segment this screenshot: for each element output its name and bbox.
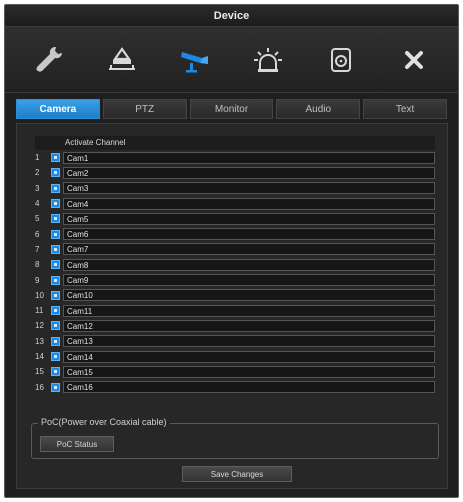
- channel-row: 8 Cam8: [35, 257, 435, 272]
- save-changes-button[interactable]: Save Changes: [182, 466, 292, 482]
- activate-channel-checkbox[interactable]: [51, 199, 60, 209]
- storage-icon: [330, 47, 351, 72]
- tab-audio[interactable]: Audio: [276, 99, 361, 119]
- channel-row: 16 Cam16: [35, 379, 435, 394]
- activate-channel-checkbox[interactable]: [51, 168, 60, 178]
- channel-row: 5 Cam5: [35, 211, 435, 226]
- channel-name-input[interactable]: Cam10: [63, 289, 435, 302]
- poc-status-button[interactable]: PoC Status: [40, 436, 114, 452]
- channel-row: 12 Cam12: [35, 318, 435, 333]
- wrench-tool-button[interactable]: [21, 35, 77, 85]
- channel-row: 3 Cam3: [35, 181, 435, 196]
- close-tool-button[interactable]: [386, 35, 442, 85]
- alarm-tool-button[interactable]: [240, 35, 296, 85]
- channel-number: 3: [35, 183, 40, 193]
- device-window: Device Camera PTZ Monitor Audio Text Act…: [4, 4, 459, 498]
- channel-name-input[interactable]: Cam14: [63, 350, 435, 363]
- activate-channel-header: Activate Channel: [35, 136, 435, 150]
- channel-number: 4: [35, 199, 40, 209]
- channel-name-input[interactable]: Cam13: [63, 335, 435, 348]
- channel-number: 12: [35, 321, 44, 331]
- activate-channel-checkbox[interactable]: [51, 352, 60, 361]
- channel-name-input[interactable]: Cam16: [63, 381, 435, 394]
- close-icon: [404, 50, 423, 69]
- activate-channel-checkbox[interactable]: [51, 244, 60, 254]
- channel-number: 16: [35, 382, 44, 392]
- camera-settings-panel: Activate Channel 1 Cam1 2 Cam2 3 Cam3 4 Cam4 5 Ca…: [16, 123, 448, 489]
- network-tool-button[interactable]: [94, 35, 150, 85]
- camera-icon: [181, 51, 209, 72]
- activate-channel-checkbox[interactable]: [51, 260, 60, 270]
- activate-channel-checkbox[interactable]: [51, 183, 60, 193]
- channel-number: 7: [35, 244, 40, 254]
- channel-name-input[interactable]: Cam11: [63, 304, 435, 317]
- activate-channel-checkbox[interactable]: [51, 321, 60, 331]
- channel-number: 10: [35, 290, 44, 300]
- channel-number: 1: [35, 153, 40, 163]
- channel-row: 2 Cam2: [35, 165, 435, 180]
- channel-name-input[interactable]: Cam1: [63, 151, 435, 164]
- channel-name-input[interactable]: Cam2: [63, 166, 435, 179]
- channel-number: 8: [35, 260, 40, 270]
- camera-tool-button[interactable]: [167, 35, 223, 85]
- wrench-icon: [36, 46, 63, 72]
- channel-rows: 1 Cam1 2 Cam2 3 Cam3 4 Cam4 5 Cam5 6 Cam6 7 Cam7 8 Cam8…: [35, 150, 435, 395]
- activate-channel-checkbox[interactable]: [51, 367, 60, 377]
- channel-number: 11: [35, 306, 44, 316]
- channel-name-input[interactable]: Cam7: [63, 243, 435, 256]
- tab-monitor[interactable]: Monitor: [189, 99, 274, 119]
- channel-row: 9 Cam9: [35, 272, 435, 287]
- channel-list: Activate Channel 1 Cam1 2 Cam2 3 Cam3 4 Cam4 5 Ca…: [35, 136, 435, 395]
- channel-number: 2: [35, 168, 40, 178]
- activate-channel-checkbox[interactable]: [51, 275, 60, 285]
- channel-number: 13: [35, 336, 44, 346]
- channel-row: 11 Cam11: [35, 303, 435, 318]
- activate-channel-checkbox[interactable]: [51, 153, 60, 163]
- tab-camera[interactable]: Camera: [16, 99, 100, 119]
- activate-channel-checkbox[interactable]: [51, 382, 60, 392]
- channel-row: 7 Cam7: [35, 242, 435, 257]
- channel-name-input[interactable]: Cam9: [63, 274, 435, 287]
- channel-row: 4 Cam4: [35, 196, 435, 211]
- channel-name-input[interactable]: Cam6: [63, 228, 435, 241]
- settings-tabs: Camera PTZ Monitor Audio Text: [5, 99, 458, 119]
- channel-name-input[interactable]: Cam3: [63, 182, 435, 195]
- activate-channel-checkbox[interactable]: [51, 336, 60, 346]
- window-title: Device: [5, 5, 458, 27]
- storage-tool-button[interactable]: [313, 35, 369, 85]
- network-icon: [109, 46, 136, 70]
- activate-channel-checkbox[interactable]: [51, 306, 60, 316]
- channel-name-input[interactable]: Cam15: [63, 365, 435, 378]
- tab-ptz[interactable]: PTZ: [102, 99, 187, 119]
- channel-name-input[interactable]: Cam12: [63, 319, 435, 332]
- activate-channel-checkbox[interactable]: [51, 229, 60, 239]
- channel-row: 1 Cam1: [35, 150, 435, 165]
- channel-number: 6: [35, 229, 40, 239]
- channel-number: 5: [35, 214, 40, 224]
- channel-number: 14: [35, 352, 44, 361]
- channel-row: 6 Cam6: [35, 226, 435, 241]
- channel-row: 15 Cam15: [35, 364, 435, 379]
- activate-channel-checkbox[interactable]: [51, 214, 60, 224]
- channel-name-input[interactable]: Cam8: [63, 258, 435, 271]
- channel-row: 13 Cam13: [35, 334, 435, 349]
- channel-name-input[interactable]: Cam4: [63, 197, 435, 210]
- alarm-icon: [253, 47, 282, 72]
- poc-group: PoC(Power over Coaxial cable) PoC Status: [31, 417, 439, 459]
- channel-row: 14 Cam14: [35, 349, 435, 364]
- channel-name-input[interactable]: Cam5: [63, 212, 435, 225]
- channel-row: 10 Cam10: [35, 288, 435, 303]
- channel-number: 9: [35, 275, 40, 285]
- channel-number: 15: [35, 367, 44, 377]
- tab-text[interactable]: Text: [363, 99, 447, 119]
- activate-channel-checkbox[interactable]: [51, 290, 60, 300]
- poc-legend: PoC(Power over Coaxial cable): [38, 417, 170, 427]
- device-toolbar: [5, 27, 458, 93]
